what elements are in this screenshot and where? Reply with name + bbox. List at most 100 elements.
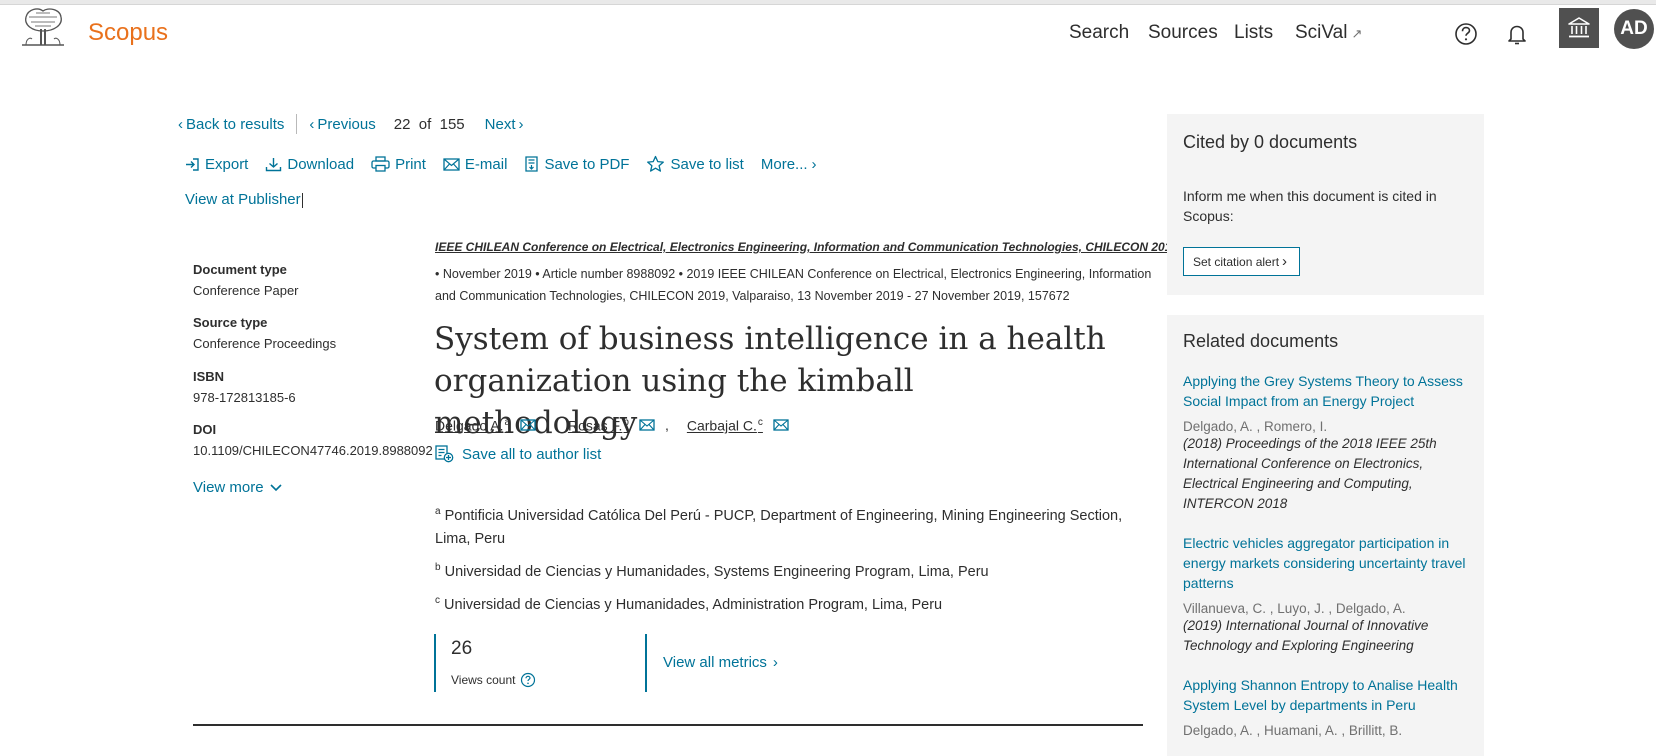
nav-search[interactable]: Search	[1069, 22, 1129, 44]
author-link[interactable]: Carbajal C.c	[687, 417, 763, 434]
chevron-down-icon	[270, 483, 282, 491]
doi-label: DOI	[193, 422, 217, 437]
result-total: 155	[439, 115, 465, 133]
cited-by-panel: Cited by 0 documents Inform me when this…	[1167, 114, 1484, 295]
author-email-icon[interactable]	[773, 419, 789, 431]
related-document-source: (2018) Proceedings of the 2018 IEEE 25th…	[1183, 436, 1437, 511]
isbn-value: 978-172813185-6	[193, 390, 296, 405]
export-icon	[186, 157, 199, 171]
source-type-value: Conference Proceedings	[193, 336, 337, 351]
save-all-to-author-list-label: Save all to author list	[462, 445, 602, 463]
view-all-metrics-label: View all metrics	[663, 654, 767, 671]
save-pdf-button[interactable]: Save to PDF	[524, 156, 629, 173]
download-icon	[266, 157, 282, 171]
source-type-block: Source type Conference Proceedings	[193, 315, 336, 351]
view-at-publisher-label: View at Publisher	[185, 191, 301, 208]
metrics-divider	[434, 634, 436, 692]
author-name: Delgado A.	[435, 417, 504, 434]
author-link[interactable]: Rosas F.b	[568, 417, 629, 434]
set-citation-alert-button[interactable]: Set citation alert ›	[1183, 247, 1301, 276]
related-document-link[interactable]: Applying Shannon Entropy to Analise Heal…	[1183, 675, 1473, 715]
view-at-publisher-link[interactable]: View at Publisher	[185, 191, 303, 208]
document-type-label: Document type	[193, 262, 287, 277]
user-avatar[interactable]: AD	[1614, 9, 1654, 49]
document-type-value: Conference Paper	[193, 283, 299, 298]
affiliation-sup: c	[435, 594, 440, 606]
help-icon[interactable]	[520, 672, 536, 688]
add-to-list-icon	[435, 445, 454, 463]
related-documents-panel: Related documents Applying the Grey Syst…	[1167, 315, 1484, 756]
print-button[interactable]: Print	[371, 156, 426, 173]
related-document-item: Applying the Grey Systems Theory to Asse…	[1183, 371, 1473, 514]
nav-scival[interactable]: SciVal ↗	[1295, 22, 1362, 44]
view-all-metrics-link[interactable]: View all metrics ›	[663, 654, 781, 671]
related-document-authors: Villanueva, C. , Luyo, J. , Delgado, A.	[1183, 601, 1406, 616]
author-separator: ,	[546, 417, 550, 434]
previous-link[interactable]: ‹ Previous	[309, 116, 375, 133]
author-link[interactable]: Delgado A.a	[435, 417, 510, 434]
save-all-to-author-list-button[interactable]: Save all to author list	[435, 445, 601, 463]
help-icon[interactable]	[1451, 19, 1481, 49]
pdf-icon	[525, 156, 539, 172]
download-button[interactable]: Download	[265, 156, 354, 173]
download-label: Download	[287, 155, 355, 173]
back-to-results-link[interactable]: ‹ Back to results	[178, 116, 284, 133]
institution-icon	[1568, 17, 1590, 38]
set-citation-alert-label: Set citation alert	[1193, 255, 1280, 269]
export-button[interactable]: Export	[185, 156, 248, 173]
source-title-link[interactable]: IEEE CHILEAN Conference on Electrical, E…	[435, 240, 1178, 254]
related-document-link[interactable]: Electric vehicles aggregator participati…	[1183, 533, 1473, 593]
export-label: Export	[205, 155, 249, 173]
institution-button[interactable]	[1559, 8, 1599, 48]
related-document-item: Applying Shannon Entropy to Analise Heal…	[1183, 675, 1473, 738]
affiliation-sup: b	[435, 561, 441, 573]
email-label: E-mail	[464, 155, 508, 173]
document-type-block: Document type Conference Paper	[193, 262, 299, 298]
email-button[interactable]: E-mail	[443, 155, 508, 173]
isbn-block: ISBN 978-172813185-6	[193, 369, 296, 405]
affiliation-text: Pontificia Universidad Católica Del Perú…	[435, 507, 1123, 547]
print-icon	[371, 156, 390, 172]
next-link[interactable]: Next ›	[485, 116, 527, 133]
affiliation-item: a Pontificia Universidad Católica Del Pe…	[435, 500, 1155, 551]
section-divider	[193, 724, 1143, 726]
scopus-brand[interactable]: Scopus	[88, 19, 168, 47]
related-document-authors: Delgado, A. , Huamani, A. , Brillitt, B.	[1183, 723, 1403, 738]
nav-scival-label: SciVal	[1295, 22, 1348, 43]
nav-lists[interactable]: Lists	[1234, 22, 1273, 44]
more-button[interactable]: More... ›	[761, 156, 820, 173]
author-affiliation-sup: a	[504, 417, 511, 428]
doi-block: DOI 10.1109/CHILECON47746.2019.8988092	[193, 422, 433, 458]
elsevier-tree-logo-icon[interactable]	[14, 5, 72, 47]
nav-sources[interactable]: Sources	[1148, 22, 1218, 44]
print-label: Print	[395, 155, 426, 173]
chevron-right-icon: ›	[518, 115, 524, 133]
save-to-list-button[interactable]: Save to list	[646, 155, 744, 173]
affiliation-sup: a	[435, 506, 441, 517]
back-to-results-label: Back to results	[186, 115, 285, 133]
metrics-panel: 26 Views count View all metrics ›	[434, 634, 794, 692]
doi-value: 10.1109/CHILECON47746.2019.8988092	[193, 443, 433, 458]
views-count-value: 26	[451, 638, 473, 659]
related-document-item: Electric vehicles aggregator participati…	[1183, 533, 1473, 656]
related-document-link[interactable]: Applying the Grey Systems Theory to Asse…	[1183, 371, 1473, 411]
result-navigation: ‹ Back to results ‹ Previous 22 of 155 Nex…	[178, 114, 527, 134]
chevron-left-icon: ‹	[309, 115, 315, 133]
save-pdf-label: Save to PDF	[544, 155, 630, 173]
more-label: More...	[760, 155, 808, 173]
related-documents-title: Related documents	[1183, 331, 1339, 351]
source-details: • November 2019 • Article number 8988092…	[435, 267, 1152, 303]
bell-icon[interactable]	[1502, 19, 1532, 49]
metrics-divider	[645, 634, 647, 692]
view-more-link[interactable]: View more	[193, 479, 286, 496]
author-list: Delgado A.a , Rosas F.b , Carbajal C.c	[435, 417, 799, 434]
related-document-authors: Delgado, A. , Romero, I.	[1183, 419, 1328, 434]
previous-label: Previous	[317, 115, 376, 133]
author-email-icon[interactable]	[639, 419, 655, 431]
author-email-icon[interactable]	[520, 419, 536, 431]
affiliation-text: Universidad de Ciencias y Humanidades, A…	[444, 596, 943, 613]
isbn-label: ISBN	[193, 369, 225, 384]
cited-by-text: Inform me when this document is cited in…	[1183, 188, 1437, 224]
next-label: Next	[484, 115, 516, 133]
nav-divider	[296, 114, 298, 134]
